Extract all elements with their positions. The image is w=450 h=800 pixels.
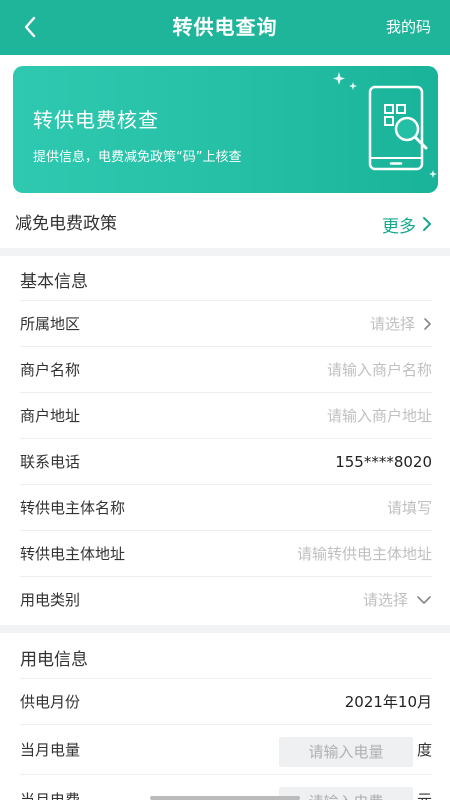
page-content: 转供电费核查 提供信息，电费减免政策“码”上核查 减免电费政策 更多 基本信息 … xyxy=(0,55,450,800)
usage-type-select[interactable]: 请选择 xyxy=(363,577,432,623)
region-label: 所属地区 xyxy=(20,315,81,333)
banner-subtitle: 提供信息，电费减免政策“码”上核查 xyxy=(33,150,242,165)
more-label: 更多 xyxy=(382,216,416,237)
supplier-name-input[interactable]: 请填写 xyxy=(387,485,432,531)
kwh-row: 当月电量 度 xyxy=(20,724,432,774)
fee-label: 当月电费 xyxy=(20,791,81,800)
section-divider xyxy=(0,248,450,256)
section-divider xyxy=(0,625,450,633)
merchant-name-row[interactable]: 商户名称 请输入商户名称 xyxy=(20,346,432,392)
phone-label: 联系电话 xyxy=(20,453,81,471)
merchant-name-label: 商户名称 xyxy=(20,361,81,379)
merchant-address-input[interactable]: 请输入商户地址 xyxy=(327,393,432,439)
supplier-name-label: 转供电主体名称 xyxy=(20,499,126,517)
banner: 转供电费核查 提供信息，电费减免政策“码”上核查 xyxy=(13,66,438,193)
policy-label: 减免电费政策 xyxy=(15,214,117,234)
month-value[interactable]: 2021年10月 xyxy=(345,679,432,725)
page-title: 转供电查询 xyxy=(172,15,278,39)
region-select[interactable]: 请选择 xyxy=(370,301,432,347)
phone-value[interactable]: 155****8020 xyxy=(335,439,432,485)
chevron-right-icon xyxy=(423,217,431,231)
kwh-input[interactable] xyxy=(279,737,413,767)
basic-info-title: 基本信息 xyxy=(20,272,88,292)
kwh-unit: 度 xyxy=(416,741,432,759)
supplier-address-input[interactable]: 请输转供电主体地址 xyxy=(297,531,432,577)
phone-search-icon xyxy=(333,72,437,178)
my-code-button[interactable]: 我的码 xyxy=(386,0,431,55)
supplier-name-row[interactable]: 转供电主体名称 请填写 xyxy=(20,484,432,530)
merchant-name-input[interactable]: 请输入商户名称 xyxy=(327,347,432,393)
chevron-right-icon xyxy=(424,318,431,330)
merchant-address-label: 商户地址 xyxy=(20,407,81,425)
banner-title: 转供电费核查 xyxy=(33,108,159,132)
chevron-down-icon xyxy=(417,596,431,604)
usage-type-row[interactable]: 用电类别 请选择 xyxy=(20,576,432,622)
merchant-address-row[interactable]: 商户地址 请输入商户地址 xyxy=(20,392,432,438)
region-placeholder: 请选择 xyxy=(369,315,415,333)
phone-row[interactable]: 联系电话 155****8020 xyxy=(20,438,432,484)
app-header: 转供电查询 我的码 xyxy=(0,0,450,55)
region-row[interactable]: 所属地区 请选择 xyxy=(20,300,432,346)
policy-row: 减免电费政策 更多 xyxy=(0,200,450,248)
month-label: 供电月份 xyxy=(20,693,81,711)
usage-info-title: 用电信息 xyxy=(20,650,88,670)
usage-type-placeholder: 请选择 xyxy=(362,591,408,609)
supplier-address-label: 转供电主体地址 xyxy=(20,545,126,563)
home-indicator xyxy=(150,796,300,800)
fee-unit: 元 xyxy=(416,791,432,800)
usage-type-label: 用电类别 xyxy=(20,591,81,609)
kwh-label: 当月电量 xyxy=(20,741,81,759)
policy-more-link[interactable]: 更多 xyxy=(382,200,432,248)
month-row[interactable]: 供电月份 2021年10月 xyxy=(20,678,432,724)
supplier-address-row[interactable]: 转供电主体地址 请输转供电主体地址 xyxy=(20,530,432,576)
